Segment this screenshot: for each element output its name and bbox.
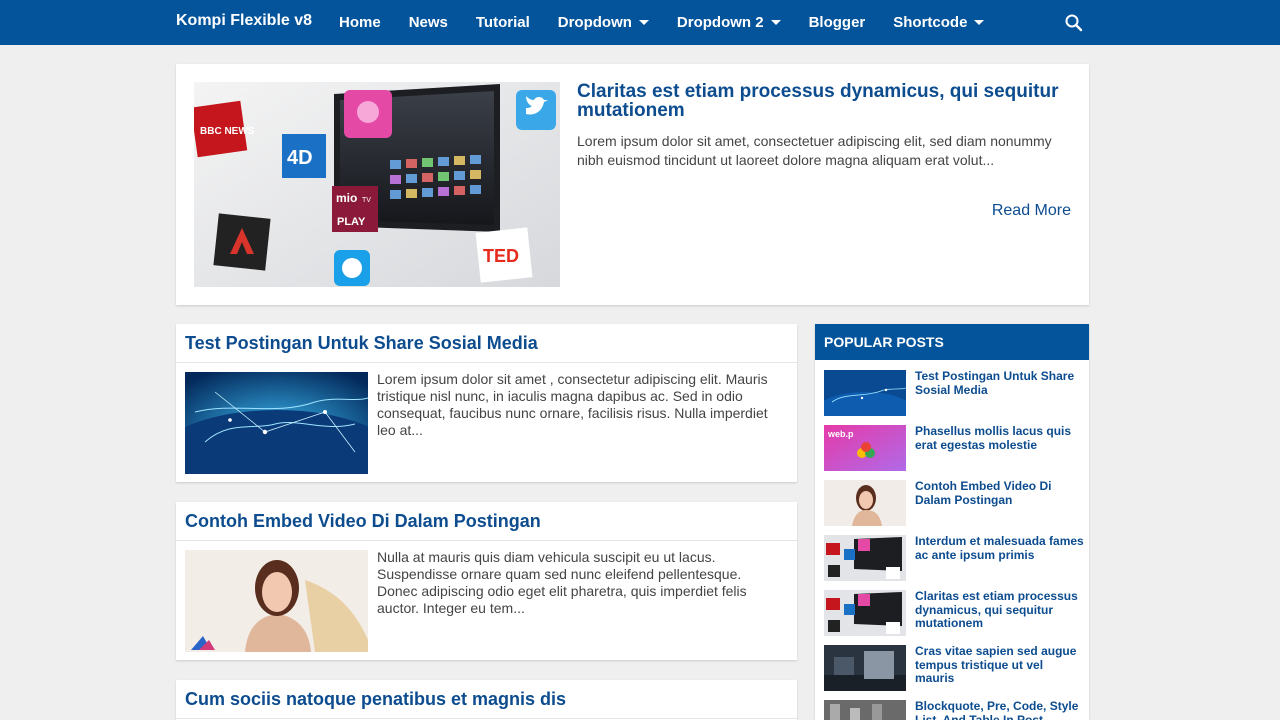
nav-item-label: Tutorial	[475, 14, 530, 31]
featured-post: BBC NEWS 4D mio TV PLAY TED Claritas est…	[176, 64, 1089, 305]
featured-image[interactable]: BBC NEWS 4D mio TV PLAY TED	[194, 82, 560, 287]
popular-posts-widget: POPULAR POSTS Test Postingan Untuk Share…	[815, 324, 1089, 720]
popular-post-item[interactable]: Contoh Embed Video Di Dalam Postingan	[824, 479, 1084, 530]
nav-item-blogger[interactable]: Blogger	[795, 0, 880, 45]
caret-down-icon	[974, 20, 985, 25]
mio-label: mio	[336, 191, 357, 205]
post-card: Cum sociis natoque penatibus et magnis d…	[176, 680, 797, 720]
nav-item-shortcode[interactable]: Shortcode	[879, 0, 998, 45]
nav-item-label: News	[408, 14, 448, 31]
nav-item-label: Dropdown	[557, 14, 632, 31]
nav-item-label: Shortcode	[893, 14, 968, 31]
widget-heading: POPULAR POSTS	[815, 324, 1089, 360]
nav-item-dropdown-2[interactable]: Dropdown 2	[663, 0, 795, 45]
popular-post-thumbnail: web.p	[824, 425, 906, 471]
popular-post-title: Cras vitae sapien sed augue tempus trist…	[915, 644, 1077, 685]
nav-item-label: Home	[339, 14, 381, 31]
post-title[interactable]: Contoh Embed Video Di Dalam Postingan	[176, 502, 797, 541]
mio-play-label: PLAY	[337, 216, 366, 228]
popular-post-item[interactable]: Interdum et malesuada fames ac ante ipsu…	[824, 534, 1084, 585]
post-snippet: Lorem ipsum dolor sit amet , consectetur…	[377, 371, 768, 438]
nav-item-news[interactable]: News	[395, 0, 462, 45]
site-brand[interactable]: Kompi Flexible v8	[176, 12, 312, 30]
fourd-label: 4D	[287, 147, 313, 169]
popular-post-thumbnail	[824, 590, 906, 636]
popular-post-thumbnail	[824, 480, 906, 526]
main-nav: Home News Tutorial Dropdown Dropdown 2 B…	[325, 0, 998, 45]
ted-label: TED	[483, 246, 519, 266]
search-icon[interactable]	[1064, 13, 1084, 33]
popular-post-title: Interdum et malesuada fames ac ante ipsu…	[915, 534, 1084, 562]
popular-post-title: Blockquote, Pre, Code, Style List, And T…	[915, 699, 1079, 720]
mio-tv-label: TV	[362, 197, 371, 204]
popular-post-thumbnail	[824, 700, 906, 720]
webp-thumb-text: web.p	[827, 429, 854, 439]
post-body: Lorem ipsum dolor sit amet , consectetur…	[176, 363, 797, 481]
featured-snippet: Lorem ipsum dolor sit amet, consectetuer…	[577, 133, 1052, 168]
popular-post-title: Test Postingan Untuk Share Sosial Media	[915, 369, 1075, 397]
popular-post-thumbnail	[824, 645, 906, 691]
post-card: Contoh Embed Video Di Dalam Postingan Nu…	[176, 502, 797, 660]
post-snippet: Nulla at mauris quis diam vehicula susci…	[377, 549, 747, 616]
nav-item-home[interactable]: Home	[325, 0, 395, 45]
post-body: Nulla at mauris quis diam vehicula susci…	[176, 541, 797, 659]
caret-down-icon	[770, 20, 781, 25]
read-more-link[interactable]: Read More	[992, 202, 1071, 220]
post-thumbnail[interactable]	[185, 372, 368, 474]
bbc-news-label: BBC NEWS	[200, 126, 255, 137]
popular-post-item[interactable]: web.p Phasellus mollis lacus quis erat e…	[824, 424, 1084, 475]
caret-down-icon	[638, 20, 649, 25]
popular-post-title: Phasellus mollis lacus quis erat egestas…	[915, 424, 1072, 452]
popular-post-thumbnail	[824, 370, 906, 416]
post-title[interactable]: Test Postingan Untuk Share Sosial Media	[176, 324, 797, 363]
featured-title[interactable]: Claritas est etiam processus dynamicus, …	[577, 82, 1072, 120]
nav-item-label: Blogger	[808, 14, 866, 31]
popular-post-item[interactable]: Blockquote, Pre, Code, Style List, And T…	[824, 699, 1084, 720]
popular-post-item[interactable]: Cras vitae sapien sed augue tempus trist…	[824, 644, 1084, 695]
nav-item-dropdown[interactable]: Dropdown	[544, 0, 663, 45]
post-thumbnail[interactable]	[185, 550, 368, 652]
popular-post-title: Contoh Embed Video Di Dalam Postingan	[915, 479, 1052, 507]
nav-item-label: Dropdown 2	[676, 14, 764, 31]
post-card: Test Postingan Untuk Share Sosial Media …	[176, 324, 797, 482]
popular-post-thumbnail	[824, 535, 906, 581]
popular-post-item[interactable]: Test Postingan Untuk Share Sosial Media	[824, 369, 1084, 420]
post-title[interactable]: Cum sociis natoque penatibus et magnis d…	[176, 680, 797, 719]
nav-item-tutorial[interactable]: Tutorial	[462, 0, 544, 45]
popular-post-item[interactable]: Claritas est etiam processus dynamicus, …	[824, 589, 1084, 640]
top-navbar: Kompi Flexible v8 Home News Tutorial Dro…	[0, 0, 1280, 45]
popular-post-title: Claritas est etiam processus dynamicus, …	[915, 589, 1078, 630]
